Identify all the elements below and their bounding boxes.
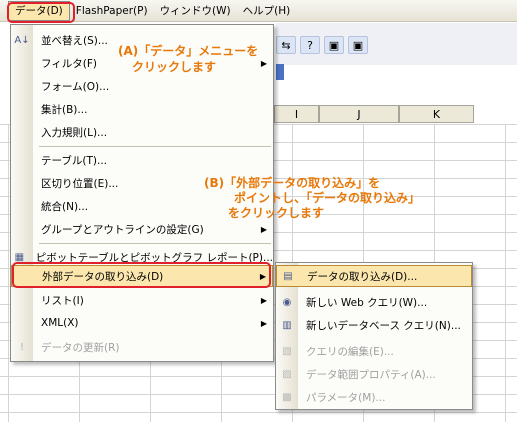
help-icon[interactable]: ?	[300, 36, 320, 54]
menu-help[interactable]: ヘルプ(H)	[237, 1, 297, 21]
submenu-item-parameters: ▩ パラメータ(M)...	[276, 386, 472, 408]
submenu-arrow-icon: ▶	[260, 318, 267, 328]
submenu-arrow-icon: ▶	[260, 295, 267, 305]
refresh-icon: !	[19, 341, 24, 353]
menu-item-list[interactable]: リスト(I) ▶	[11, 289, 273, 311]
menu-item-group-outline[interactable]: グループとアウトラインの設定(G) ▶	[11, 218, 273, 240]
submenu-arrow-icon: ▶	[259, 271, 266, 281]
submenu-item-edit-query: ▧ クエリの編集(E)...	[276, 340, 472, 362]
share-icon[interactable]: ⇆	[276, 36, 296, 54]
column-header-k[interactable]: K	[399, 105, 474, 123]
toolbar-icons: ⇆ ? ▣ ▣	[276, 36, 368, 54]
menu-item-form[interactable]: フォーム(O)...	[11, 75, 273, 97]
annotation-b-line3: をクリックします	[228, 206, 325, 220]
menu-bar: データ(D) FlashPaper(P) ウィンドウ(W) ヘルプ(H)	[0, 0, 517, 22]
annotation-b-line2: ポイントし、「データの取り込み」	[234, 191, 421, 205]
menu-item-refresh-data: ! データの更新(R)	[11, 336, 273, 358]
menu-separator	[39, 146, 271, 147]
menu-window[interactable]: ウィンドウ(W)	[154, 1, 237, 21]
submenu-arrow-icon: ▶	[260, 58, 267, 68]
menu-separator	[39, 243, 271, 244]
annotation-b-line1: (B)「外部データの取り込み」を	[204, 176, 381, 190]
flashpaper-email-icon[interactable]: ▣	[348, 36, 368, 54]
parameters-icon: ▩	[282, 391, 292, 403]
menu-flashpaper[interactable]: FlashPaper(P)	[70, 1, 154, 21]
annotation-a-line1: (A)「データ」メニューを	[118, 44, 259, 58]
sort-az-icon: A↓	[14, 34, 30, 46]
menu-item-external-data[interactable]: 外部データの取り込み(D) ▶	[11, 265, 273, 287]
menu-item-validation[interactable]: 入力規則(L)...	[11, 121, 273, 143]
external-data-submenu: ▤ データの取り込み(D)... ◉ 新しい Web クエリ(W)... ▥ 新…	[275, 262, 473, 410]
web-query-icon: ◉	[282, 296, 292, 308]
menu-data[interactable]: データ(D)	[8, 0, 70, 21]
submenu-item-import-data[interactable]: ▤ データの取り込み(D)...	[276, 265, 472, 287]
menu-item-table[interactable]: テーブル(T)...	[11, 149, 273, 171]
submenu-item-range-properties: ▨ データ範囲プロパティ(A)...	[276, 363, 472, 385]
column-header-i[interactable]: I	[274, 105, 319, 123]
submenu-arrow-icon: ▶	[260, 224, 267, 234]
import-data-icon: ▤	[283, 270, 293, 282]
edit-query-icon: ▧	[282, 345, 292, 357]
menu-item-xml[interactable]: XML(X) ▶	[11, 312, 273, 334]
range-properties-icon: ▨	[282, 368, 292, 380]
column-header-j[interactable]: J	[319, 105, 399, 123]
annotation-a-line2: クリックします	[132, 60, 217, 74]
database-query-icon: ▥	[282, 319, 292, 331]
submenu-item-database-query[interactable]: ▥ 新しいデータベース クエリ(N)...	[276, 314, 472, 336]
submenu-item-web-query[interactable]: ◉ 新しい Web クエリ(W)...	[276, 291, 472, 313]
flashpaper-icon[interactable]: ▣	[324, 36, 344, 54]
menu-item-subtotals[interactable]: 集計(B)...	[11, 98, 273, 120]
